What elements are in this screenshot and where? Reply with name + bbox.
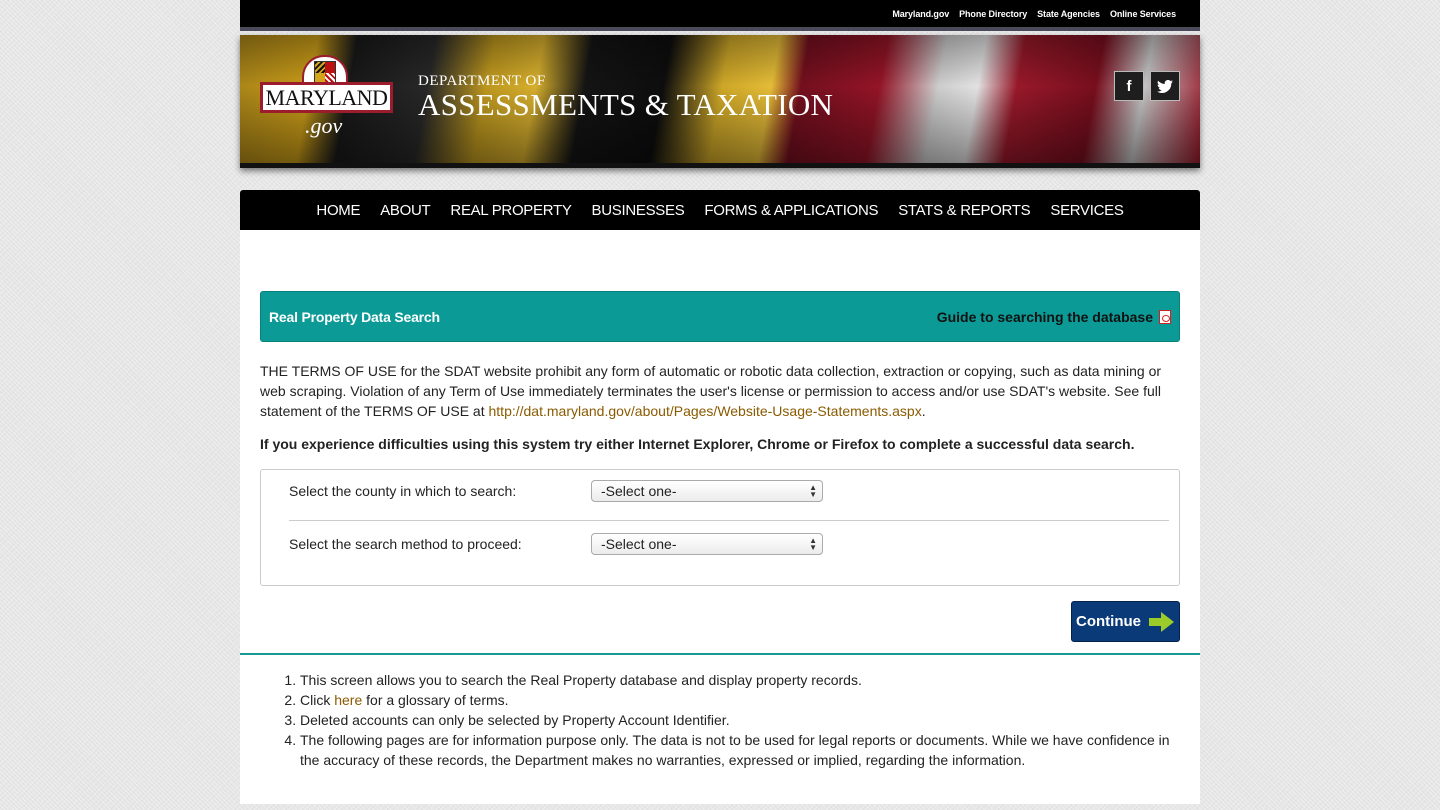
- main-content: Real Property Data Search Guide to searc…: [240, 230, 1200, 804]
- nav-stats-reports[interactable]: STATS & REPORTS: [898, 202, 1031, 219]
- method-select-value: -Select one-: [601, 536, 677, 552]
- department-title: DEPARTMENT OF ASSESSMENTS & TAXATION: [418, 73, 833, 123]
- nav-forms-applications[interactable]: FORMS & APPLICATIONS: [704, 202, 878, 219]
- nav-businesses[interactable]: BUSINESSES: [592, 202, 685, 219]
- maryland-gov-logo[interactable]: MARYLAND .gov: [260, 55, 395, 138]
- search-guide-label: Guide to searching the database: [936, 308, 1153, 325]
- twitter-icon[interactable]: [1150, 71, 1180, 101]
- search-guide-link[interactable]: Guide to searching the database: [937, 309, 1171, 325]
- method-label: Select the search method to proceed:: [289, 536, 522, 552]
- note-text: Click: [300, 692, 335, 708]
- logo-wordmark: MARYLAND: [260, 82, 393, 113]
- county-select-value: -Select one-: [601, 483, 677, 499]
- panel-header: Real Property Data Search Guide to searc…: [260, 291, 1180, 342]
- county-select[interactable]: -Select one- ▲ ▼: [591, 480, 823, 502]
- terms-of-use-text: THE TERMS OF USE for the SDAT website pr…: [260, 361, 1180, 421]
- arrow-right-icon: [1149, 611, 1175, 632]
- department-title-line2: ASSESSMENTS & TAXATION: [418, 87, 834, 122]
- utility-link-state-agencies[interactable]: State Agencies: [1037, 9, 1100, 19]
- glossary-link[interactable]: here: [334, 692, 362, 708]
- pdf-icon: [1159, 309, 1171, 324]
- list-item: Click here for a glossary of terms.: [300, 690, 1180, 710]
- county-row: Select the county in which to search: -S…: [289, 479, 1169, 503]
- method-row: Select the search method to proceed: -Se…: [289, 532, 1169, 556]
- nav-services[interactable]: SERVICES: [1050, 202, 1123, 219]
- terms-end: .: [921, 403, 926, 419]
- utility-link-maryland-gov[interactable]: Maryland.gov: [892, 9, 949, 19]
- form-divider: [289, 520, 1169, 521]
- terms-link[interactable]: http://dat.maryland.gov/about/Pages/Webs…: [489, 403, 922, 419]
- nav-real-property[interactable]: REAL PROPERTY: [450, 202, 571, 219]
- facebook-icon[interactable]: f: [1114, 71, 1144, 101]
- continue-label: Continue: [1076, 613, 1141, 630]
- search-form: Select the county in which to search: -S…: [260, 469, 1180, 586]
- list-item: The following pages are for information …: [300, 730, 1180, 770]
- main-nav: HOME ABOUT REAL PROPERTY BUSINESSES FORM…: [240, 190, 1200, 230]
- select-arrows-icon: ▲ ▼: [809, 536, 817, 552]
- logo-gov-text: .gov: [305, 113, 343, 138]
- nav-home[interactable]: HOME: [316, 202, 360, 219]
- page-title: Real Property Data Search: [269, 308, 440, 325]
- search-method-select[interactable]: -Select one- ▲ ▼: [591, 533, 823, 555]
- utility-link-online-services[interactable]: Online Services: [1110, 9, 1176, 19]
- note-text: for a glossary of terms.: [362, 692, 509, 708]
- continue-button[interactable]: Continue: [1071, 601, 1180, 642]
- list-item: Deleted accounts can only be selected by…: [300, 710, 1180, 730]
- info-list: This screen allows you to search the Rea…: [300, 670, 1180, 770]
- select-arrows-icon: ▲ ▼: [809, 483, 817, 499]
- nav-about[interactable]: ABOUT: [380, 202, 430, 219]
- browser-notice: If you experience difficulties using thi…: [260, 436, 1135, 452]
- utility-link-phone-directory[interactable]: Phone Directory: [959, 9, 1027, 19]
- utility-bar: Maryland.gov Phone Directory State Agenc…: [240, 0, 1200, 31]
- social-links: f: [1114, 71, 1180, 101]
- list-item: This screen allows you to search the Rea…: [300, 670, 1180, 690]
- section-divider: [240, 653, 1200, 655]
- header-banner: MARYLAND .gov DEPARTMENT OF ASSESSMENTS …: [240, 35, 1200, 168]
- county-label: Select the county in which to search:: [289, 483, 517, 499]
